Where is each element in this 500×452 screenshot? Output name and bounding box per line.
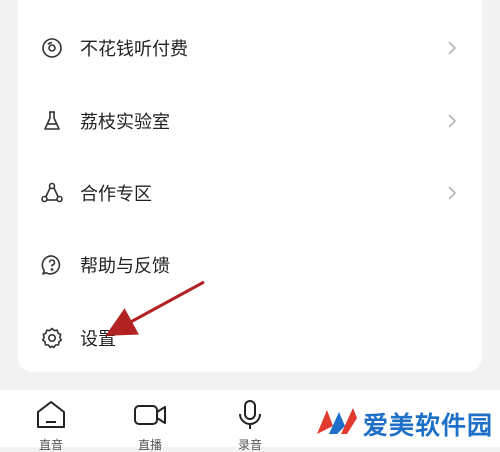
tab-label: 直播 xyxy=(137,438,162,452)
menu-item-label: 帮助与反馈 xyxy=(80,256,170,277)
menu-item-label: 设置 xyxy=(80,329,116,350)
video-camera-icon xyxy=(132,398,168,432)
menu-item-label: 合作专区 xyxy=(80,184,152,205)
chevron-right-icon xyxy=(446,38,458,58)
cooperation-icon xyxy=(40,181,64,205)
menu-item-lab[interactable]: 荔枝实验室 xyxy=(18,91,482,151)
tab-label: 直音 xyxy=(38,438,63,452)
disc-icon xyxy=(40,36,64,60)
watermark-logo-icon xyxy=(315,404,359,440)
chevron-right-icon xyxy=(446,183,458,203)
menu-item-label: 不花钱听付费 xyxy=(80,39,188,60)
home-icon xyxy=(33,398,69,432)
tab-label: 录音 xyxy=(237,438,262,452)
tab-live[interactable]: 直播 xyxy=(120,398,180,452)
menu-item-cooperation[interactable]: 合作专区 xyxy=(18,163,482,223)
tab-record[interactable]: 录音 xyxy=(220,398,280,452)
menu-item-help-feedback[interactable]: 帮助与反馈 xyxy=(18,235,482,295)
tab-home[interactable]: 直音 xyxy=(21,398,81,452)
gear-icon xyxy=(40,326,64,350)
menu-item-settings[interactable]: 设置 xyxy=(18,308,482,368)
microphone-icon xyxy=(232,398,268,432)
chevron-right-icon xyxy=(446,111,458,131)
menu-item-label: 荔枝实验室 xyxy=(80,112,170,133)
flask-icon xyxy=(40,109,64,133)
help-chat-icon xyxy=(40,253,64,277)
menu-card: 不花钱听付费 荔枝实验室 合作专区 帮助与反馈 设置 xyxy=(18,0,482,372)
watermark-text: 爱美软件园 xyxy=(363,411,494,440)
menu-item-free-listen[interactable]: 不花钱听付费 xyxy=(18,18,482,78)
